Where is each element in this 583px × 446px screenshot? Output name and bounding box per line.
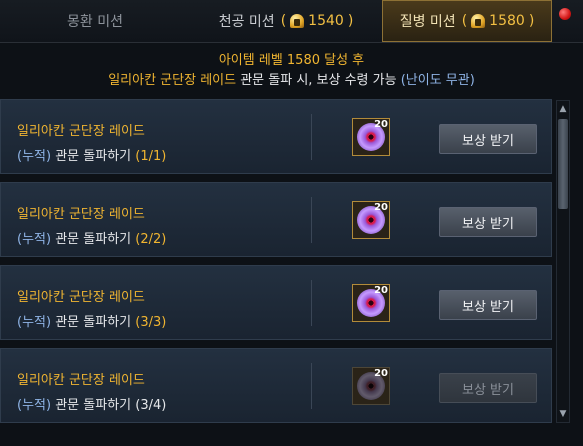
mission-row: 일리아칸 군단장 레이드 (누적) 관문 돌파하기 (3/3) 20 보상 받기	[0, 265, 552, 340]
difficulty-note: (난이도 무관)	[400, 73, 475, 88]
mission-progress: (1/1)	[135, 149, 167, 164]
tab-level-requirement: (1580)	[461, 13, 535, 29]
reward-item-slot[interactable]: 20	[352, 367, 390, 405]
tab-label: 몽환 미션	[67, 14, 123, 30]
mission-progress: (3/4)	[135, 398, 167, 413]
tab-level-requirement: (1540)	[280, 13, 354, 29]
tab-level-value: 1540	[308, 13, 344, 29]
raid-name: 일리아칸 군단장 레이드	[108, 73, 237, 88]
condition-line-2: 일리아칸 군단장 레이드 관문 돌파 시, 보상 수령 가능 (난이도 무관)	[0, 71, 583, 91]
divider	[311, 280, 312, 326]
gold-helmet-icon	[290, 14, 305, 28]
divider	[311, 114, 312, 160]
mission-title: 일리아칸 군단장 레이드	[17, 373, 145, 388]
mission-progress: (2/2)	[135, 232, 167, 247]
tab-sky-mission[interactable]: 천공 미션 (1540)	[190, 0, 382, 42]
tab-label: 천공 미션	[218, 14, 275, 30]
divider	[311, 197, 312, 243]
reward-item-slot[interactable]: 20	[352, 284, 390, 322]
mission-tab-bar: 몽환 미션 천공 미션 (1540) 질병 미션 (1580)	[0, 0, 583, 43]
cumulative-tag: (누적)	[17, 149, 52, 164]
claim-reward-button[interactable]: 보상 받기	[439, 290, 537, 320]
divider	[311, 363, 312, 409]
cumulative-tag: (누적)	[17, 398, 52, 413]
scroll-down-icon[interactable]: ▼	[557, 406, 569, 422]
mission-desc-text: 관문 돌파하기	[55, 232, 132, 247]
item-count: 20	[374, 119, 388, 130]
item-count: 20	[374, 368, 388, 379]
mission-title: 일리아칸 군단장 레이드	[17, 290, 145, 305]
reward-item-slot[interactable]: 20	[352, 201, 390, 239]
mission-description: (누적) 관문 돌파하기 (3/3)	[17, 311, 166, 330]
scroll-up-icon[interactable]: ▲	[557, 101, 569, 117]
scrollbar[interactable]: ▲ ▼	[556, 100, 570, 423]
tab-label: 질병 미션	[399, 14, 456, 30]
mission-title: 일리아칸 군단장 레이드	[17, 124, 145, 139]
scrollbar-thumb[interactable]	[558, 119, 568, 209]
item-count: 20	[374, 202, 388, 213]
mission-description: (누적) 관문 돌파하기 (1/1)	[17, 145, 166, 164]
notification-dot-icon	[559, 8, 571, 20]
cumulative-tag: (누적)	[17, 232, 52, 247]
item-count: 20	[374, 285, 388, 296]
mission-title: 일리아칸 군단장 레이드	[17, 207, 145, 222]
condition-text: 관문 돌파 시, 보상 수령 가능	[240, 73, 397, 88]
mission-progress: (3/3)	[135, 315, 167, 330]
mission-description: (누적) 관문 돌파하기 (3/4)	[17, 394, 166, 413]
claim-reward-button[interactable]: 보상 받기	[439, 124, 537, 154]
claim-reward-button[interactable]: 보상 받기	[439, 207, 537, 237]
mission-desc-text: 관문 돌파하기	[55, 315, 132, 330]
tab-dream-mission[interactable]: 몽환 미션	[0, 0, 190, 42]
mission-condition-header: 아이템 레벨 1580 달성 후 일리아칸 군단장 레이드 관문 돌파 시, 보…	[0, 43, 583, 97]
cumulative-tag: (누적)	[17, 315, 52, 330]
mission-row: 일리아칸 군단장 레이드 (누적) 관문 돌파하기 (1/1) 20 보상 받기	[0, 99, 552, 174]
reward-item-slot[interactable]: 20	[352, 118, 390, 156]
mission-description: (누적) 관문 돌파하기 (2/2)	[17, 228, 166, 247]
mission-row: 일리아칸 군단장 레이드 (누적) 관문 돌파하기 (3/4) 20 보상 받기	[0, 348, 552, 423]
claim-reward-button-disabled: 보상 받기	[439, 373, 537, 403]
mission-desc-text: 관문 돌파하기	[55, 149, 132, 164]
mission-list: 일리아칸 군단장 레이드 (누적) 관문 돌파하기 (1/1) 20 보상 받기…	[0, 97, 583, 446]
mission-desc-text: 관문 돌파하기	[55, 398, 132, 413]
gold-helmet-icon	[471, 14, 486, 28]
condition-line-1: 아이템 레벨 1580 달성 후	[218, 53, 365, 68]
tab-disease-mission[interactable]: 질병 미션 (1580)	[382, 0, 552, 42]
mission-row: 일리아칸 군단장 레이드 (누적) 관문 돌파하기 (2/2) 20 보상 받기	[0, 182, 552, 257]
tab-level-value: 1580	[489, 13, 525, 29]
